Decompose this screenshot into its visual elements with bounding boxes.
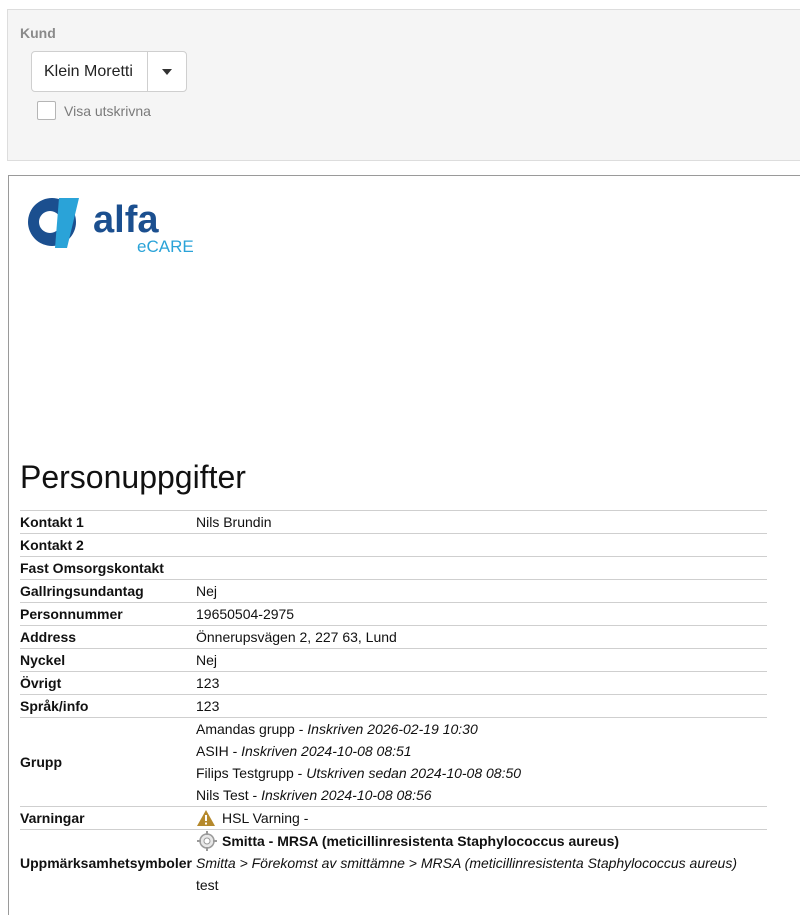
group-status: Inskriven 2024-10-08 08:56 [261, 787, 432, 803]
row-label: Uppmärksamhetsymboler [20, 829, 196, 896]
row-label: Språk/info [20, 694, 196, 718]
symbol-path: Smitta > Förekomst av smittämne > MRSA (… [196, 855, 738, 871]
symbol-note: test [196, 877, 219, 893]
symbol-title-row: Smitta - MRSA (meticillinresistenta Stap… [196, 830, 767, 852]
row-value: 19650504-2975 [196, 602, 767, 626]
row-value: Önnerupsvägen 2, 227 63, Lund [196, 625, 767, 649]
table-row: Språk/info 123 [20, 694, 767, 718]
person-info-table: Kontakt 1 Nils Brundin Kontakt 2 Fast Om… [20, 510, 767, 896]
table-row: Personnummer 19650504-2975 [20, 602, 767, 626]
row-value [196, 533, 767, 557]
row-value: 123 [196, 694, 767, 718]
group-item: Amandas grupp - Inskriven 2026-02-19 10:… [196, 718, 767, 740]
patient-document: alfa eCARE Personuppgifter Kontakt 1 Nil… [8, 175, 800, 915]
logo-subtitle: eCARE [137, 237, 194, 256]
group-status: Inskriven 2024-10-08 08:51 [241, 743, 412, 759]
group-item: ASIH - Inskriven 2024-10-08 08:51 [196, 740, 767, 762]
show-discharged-label: Visa utskrivna [64, 102, 151, 119]
infection-gear-icon [197, 831, 217, 851]
page-title: Personuppgifter [20, 459, 246, 495]
group-name: Amandas grupp [196, 721, 295, 737]
warning-entry: HSL Varning - [196, 807, 767, 829]
symbol-value: Smitta - MRSA (meticillinresistenta Stap… [196, 829, 767, 896]
row-value: Nej [196, 648, 767, 672]
warning-text: HSL Varning - [222, 810, 309, 826]
row-label: Address [20, 625, 196, 649]
row-label: Varningar [20, 806, 196, 830]
group-separator: - [294, 721, 308, 737]
group-item: Filips Testgrupp - Utskriven sedan 2024-… [196, 762, 767, 784]
show-discharged-toggle[interactable]: Visa utskrivna [37, 101, 151, 120]
table-row: Övrigt 123 [20, 671, 767, 695]
table-row: Uppmärksamhetsymboler Smitta - MRSA (met… [20, 829, 767, 896]
row-value: 123 [196, 671, 767, 695]
row-value: HSL Varning - [196, 806, 767, 830]
row-label: Kontakt 2 [20, 533, 196, 557]
customer-filter-panel: Kund Klein Moretti Visa utskrivna [7, 9, 800, 161]
table-row: Grupp Amandas grupp - Inskriven 2026-02-… [20, 717, 767, 807]
group-list: Amandas grupp - Inskriven 2026-02-19 10:… [196, 717, 767, 807]
row-value [196, 556, 767, 580]
row-value: Nej [196, 579, 767, 603]
group-status: Utskriven sedan 2024-10-08 08:50 [306, 765, 522, 781]
group-separator: - [228, 743, 242, 759]
logo-wordmark: alfa [93, 199, 159, 241]
alfa-ecare-logo: alfa eCARE [28, 198, 194, 256]
table-row: Varningar HSL Varning - [20, 806, 767, 830]
group-item: Nils Test - Inskriven 2024-10-08 08:56 [196, 784, 767, 806]
group-name: Filips Testgrupp [196, 765, 294, 781]
row-label: Kontakt 1 [20, 510, 196, 534]
customer-select[interactable]: Klein Moretti [31, 51, 187, 92]
table-row: Address Önnerupsvägen 2, 227 63, Lund [20, 625, 767, 649]
group-name: ASIH [196, 743, 229, 759]
table-row: Kontakt 2 [20, 533, 767, 557]
row-value: Nils Brundin [196, 510, 767, 534]
row-label: Övrigt [20, 671, 196, 695]
group-status: Inskriven 2026-02-19 10:30 [307, 721, 478, 737]
symbol-title: Smitta - MRSA (meticillinresistenta Stap… [222, 833, 620, 849]
chevron-down-icon [162, 68, 172, 75]
row-label: Nyckel [20, 648, 196, 672]
customer-filter-label: Kund [20, 25, 56, 41]
table-row: Fast Omsorgskontakt [20, 556, 767, 580]
table-row: Nyckel Nej [20, 648, 767, 672]
group-name: Nils Test [196, 787, 249, 803]
row-label: Grupp [20, 717, 196, 807]
group-separator: - [293, 765, 307, 781]
customer-select-toggle[interactable] [147, 52, 186, 91]
row-label: Personnummer [20, 602, 196, 626]
customer-select-value: Klein Moretti [44, 62, 133, 80]
row-label: Gallringsundantag [20, 579, 196, 603]
table-row: Kontakt 1 Nils Brundin [20, 510, 767, 534]
show-discharged-checkbox[interactable] [37, 101, 56, 120]
table-row: Gallringsundantag Nej [20, 579, 767, 603]
row-label: Fast Omsorgskontakt [20, 556, 196, 580]
warning-triangle-icon [197, 810, 215, 826]
group-separator: - [248, 787, 262, 803]
